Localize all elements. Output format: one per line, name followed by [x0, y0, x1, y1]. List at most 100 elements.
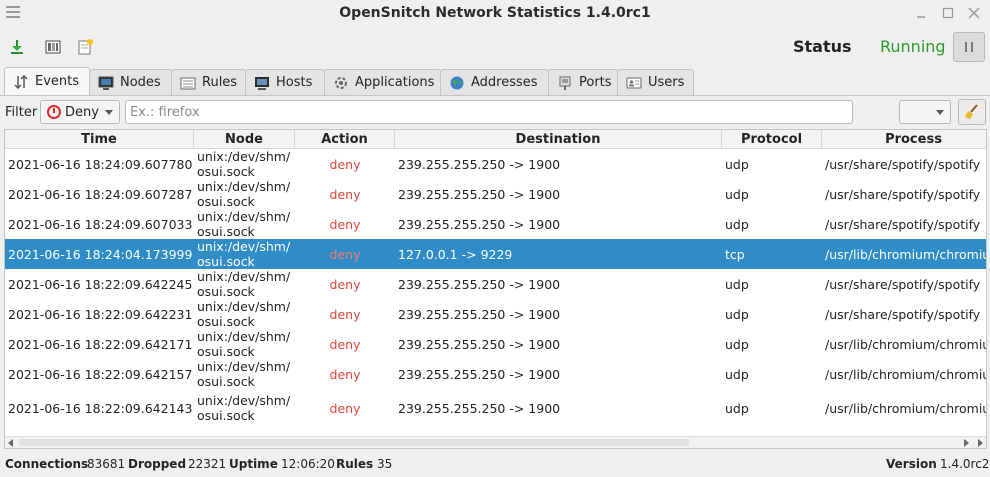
cell-time: 2021-06-16 18:24:09.607033 [8, 216, 193, 232]
column-header-destination[interactable]: Destination [395, 130, 722, 149]
cell-process: /usr/share/spotify/spotify [825, 156, 981, 172]
maximize-icon[interactable] [941, 6, 955, 20]
table-row[interactable]: 2021-06-16 18:24:09.607033 unix:/dev/shm/… [5, 209, 986, 239]
uptime-value: 12:06:20 [281, 457, 335, 471]
ports-icon [557, 75, 573, 91]
minimize-icon[interactable] [914, 6, 928, 20]
cell-destination: 239.255.255.250 -> 1900 [398, 276, 561, 292]
pause-button[interactable] [953, 32, 985, 62]
cell-time: 2021-06-16 18:22:09.642245 [8, 276, 193, 292]
column-header-time[interactable]: Time [5, 130, 194, 149]
scroll-right-end-icon[interactable] [978, 439, 983, 447]
chevron-down-icon [936, 110, 944, 115]
cell-action: deny [329, 246, 361, 262]
tab-rules[interactable]: Rules [171, 69, 246, 95]
table-row[interactable]: 2021-06-16 18:24:04.173999 unix:/dev/shm/… [5, 239, 987, 269]
cell-protocol: udp [725, 336, 749, 352]
scroll-left-icon[interactable] [8, 439, 13, 447]
cell-time: 2021-06-16 18:22:09.642157 [8, 366, 193, 382]
limit-select[interactable] [899, 100, 951, 124]
deny-icon [47, 105, 61, 119]
cell-process: /usr/lib/chromium/chromium [825, 336, 987, 352]
nodes-icon [98, 75, 114, 91]
rules-value: 35 [377, 457, 393, 471]
clean-button[interactable] [958, 99, 986, 125]
table-row[interactable]: 2021-06-16 18:22:09.642245 unix:/dev/shm/… [5, 269, 986, 299]
horizontal-scrollbar[interactable] [5, 436, 986, 448]
filter-bar: Filter Deny [0, 98, 990, 126]
cell-process: /usr/share/spotify/spotify [825, 276, 981, 292]
action-filter-select[interactable]: Deny [40, 100, 120, 124]
chevron-down-icon [105, 110, 113, 115]
cell-time: 2021-06-16 18:24:09.607287 [8, 186, 193, 202]
tab-applications[interactable]: Applications [324, 69, 441, 95]
cell-process: /usr/lib/chromium/chromium [825, 400, 987, 416]
columns-icon[interactable] [40, 35, 66, 59]
table-row[interactable]: 2021-06-16 18:22:09.642143 unix:/dev/shm/… [5, 389, 987, 427]
window-title: OpenSnitch Network Statistics 1.4.0rc1 [339, 5, 651, 21]
table-row[interactable]: 2021-06-16 18:22:09.642171 unix:/dev/shm/… [5, 329, 987, 359]
uptime-label: Uptime [229, 457, 278, 471]
cell-destination: 239.255.255.250 -> 1900 [398, 366, 561, 382]
cell-destination: 239.255.255.250 -> 1900 [398, 156, 561, 172]
tab-users[interactable]: Users [617, 69, 694, 95]
cell-time: 2021-06-16 18:24:04.173999 [8, 246, 193, 262]
table-row[interactable]: 2021-06-16 18:24:09.607287 unix:/dev/shm/… [5, 179, 986, 209]
tab-hosts[interactable]: Hosts [245, 69, 325, 95]
cell-protocol: udp [725, 186, 749, 202]
cell-action: deny [329, 306, 361, 322]
search-input[interactable] [125, 100, 853, 124]
tab-label: Events [35, 74, 80, 89]
column-header-process[interactable]: Process [822, 130, 986, 149]
hosts-icon [254, 75, 270, 91]
scroll-right-icon[interactable] [964, 439, 969, 447]
broom-icon [965, 104, 978, 119]
cell-node: unix:/dev/shm/osui.sock [197, 149, 291, 179]
tab-ports[interactable]: Ports [548, 69, 618, 95]
pause-icon [965, 42, 973, 52]
table-row[interactable]: 2021-06-16 18:22:09.642231 unix:/dev/shm/… [5, 299, 986, 329]
tab-label: Ports [579, 75, 612, 90]
filter-label: Filter [5, 105, 38, 120]
cell-protocol: udp [725, 366, 749, 382]
cell-node: unix:/dev/shm/osui.sock [197, 329, 291, 359]
cell-action: deny [329, 216, 361, 232]
column-header-node[interactable]: Node [194, 130, 295, 149]
cell-action: deny [329, 156, 361, 172]
close-icon[interactable] [967, 6, 981, 20]
cell-protocol: udp [725, 306, 749, 322]
cell-time: 2021-06-16 18:22:09.642143 [8, 400, 193, 416]
cell-destination: 239.255.255.250 -> 1900 [398, 216, 561, 232]
scrollbar-thumb[interactable] [19, 439, 689, 446]
status-label: Status [793, 37, 852, 56]
save-icon[interactable] [4, 35, 30, 59]
cell-node: unix:/dev/shm/osui.sock [197, 393, 291, 423]
version-value: 1.4.0rc2 [940, 457, 990, 471]
column-header-protocol[interactable]: Protocol [722, 130, 822, 149]
cell-process: /usr/share/spotify/spotify [825, 216, 981, 232]
cell-time: 2021-06-16 18:22:09.642171 [8, 336, 193, 352]
cell-time: 2021-06-16 18:24:09.607780 [8, 156, 193, 172]
status-value: Running [880, 37, 946, 56]
tab-addresses[interactable]: Addresses [440, 69, 549, 95]
cell-protocol: udp [725, 400, 749, 416]
connections-label: Connections [5, 457, 89, 471]
column-header-action[interactable]: Action [295, 130, 395, 149]
events-icon [13, 74, 29, 90]
cell-process: /usr/share/spotify/spotify [825, 186, 981, 202]
tab-label: Users [648, 75, 685, 90]
cell-destination: 239.255.255.250 -> 1900 [398, 336, 561, 352]
applications-icon [333, 75, 349, 91]
cell-node: unix:/dev/shm/osui.sock [197, 269, 291, 299]
toolbar: Status Running [0, 29, 990, 67]
new-rule-icon[interactable] [72, 35, 98, 59]
table-row[interactable]: 2021-06-16 18:22:09.642157 unix:/dev/shm/… [5, 359, 986, 389]
cell-destination: 239.255.255.250 -> 1900 [398, 306, 561, 322]
cell-process: /usr/lib/chromium/chromium [825, 246, 987, 262]
tab-events[interactable]: Events [4, 67, 90, 95]
table-row[interactable]: 2021-06-16 18:24:09.607780 unix:/dev/shm/… [5, 149, 986, 179]
cell-destination: 239.255.255.250 -> 1900 [398, 400, 561, 416]
tab-label: Nodes [120, 75, 161, 90]
title-bar: OpenSnitch Network Statistics 1.4.0rc1 [0, 0, 990, 28]
tab-nodes[interactable]: Nodes [89, 69, 172, 95]
